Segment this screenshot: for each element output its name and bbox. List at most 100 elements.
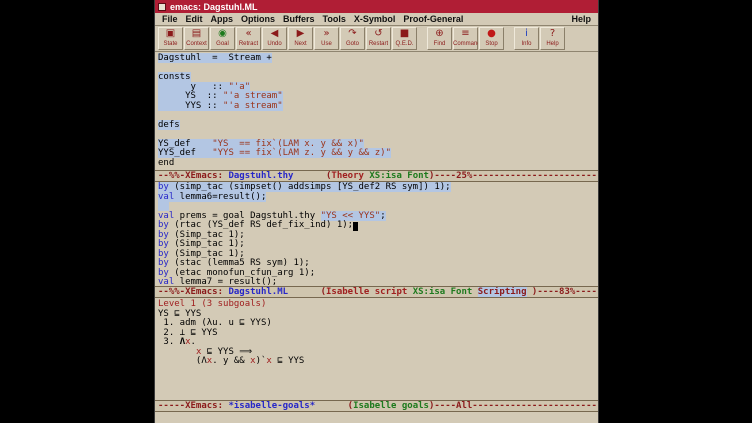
toolbar-button-label: Help xyxy=(546,40,558,48)
menu-buffers[interactable]: Buffers xyxy=(279,14,319,24)
text-segment: ; xyxy=(380,211,385,221)
menu-proof-general[interactable]: Proof-General xyxy=(399,14,467,24)
toolbar-button-label: Goto xyxy=(346,40,359,48)
toolbar-button-label: Use xyxy=(321,40,332,48)
text-segment: by xyxy=(158,220,169,230)
toolbar-button-context[interactable]: ▤Context xyxy=(184,27,209,50)
toolbar-button-label: Restart xyxy=(369,40,388,48)
toolbar-button-info[interactable]: iInfo xyxy=(514,27,539,50)
modeline-isabelle-goals[interactable]: -----XEmacs: *isabelle-goals* (Isabelle … xyxy=(155,400,598,412)
text-segment: "'a stream" xyxy=(223,91,283,101)
text-segment: )` xyxy=(256,356,267,366)
toolbar-button-restart[interactable]: ↺Restart xyxy=(366,27,391,50)
buffer-isabelle-goals[interactable]: Level 1 (3 subgoals)YS ⊑ YYS 1. adm (λu.… xyxy=(155,298,598,400)
context-icon: ▤ xyxy=(192,28,201,40)
toolbar-button-label: Command xyxy=(453,40,478,48)
qed-icon: ■ xyxy=(400,28,409,40)
text-segment: val xyxy=(158,277,174,286)
toolbar-button-use[interactable]: »Use xyxy=(314,27,339,50)
text-segment: --%%-XEmacs: xyxy=(158,171,228,181)
buffer-line: YYS_def "YYS == fix`(LAM z. y && y && z)… xyxy=(158,149,598,159)
next-icon: ▶ xyxy=(297,28,305,40)
text-segment: (simp_tac (simpset() addsimps [YS_def2 R… xyxy=(169,182,451,192)
toolbar-button-undo[interactable]: ◀Undo xyxy=(262,27,287,50)
goto-icon: ↷ xyxy=(348,28,356,40)
text-segment: defs xyxy=(158,120,180,130)
toolbar-button-label: Retract xyxy=(239,40,258,48)
text-segment: "'a" xyxy=(228,82,250,92)
toolbar-button-command[interactable]: ≡Command xyxy=(453,27,478,50)
toolbar-button-next[interactable]: ▶Next xyxy=(288,27,313,50)
text-segment: lemma6=result(); xyxy=(174,192,266,202)
toolbar-button-label: Stop xyxy=(485,40,497,48)
menu-options[interactable]: Options xyxy=(237,14,279,24)
menu-x-symbol[interactable]: X-Symbol xyxy=(350,14,400,24)
buffer-line: val lemma6=result(); xyxy=(158,193,598,203)
buffer-line: val lemma7 = result(); xyxy=(158,278,598,286)
use-icon: » xyxy=(323,28,329,40)
toolbar-button-goal[interactable]: ◉Goal xyxy=(210,27,235,50)
text-segment: YS :: xyxy=(158,91,223,101)
xemacs-window: emacs: Dagstuhl.ML FileEditAppsOptionsBu… xyxy=(155,0,598,423)
toolbar-button-label: State xyxy=(163,40,177,48)
text-segment: end xyxy=(158,158,174,168)
text-segment: by xyxy=(158,268,169,278)
text-segment: (stac (lemma5 RS sym) 1); xyxy=(169,258,310,268)
text-segment: Theory xyxy=(331,171,364,181)
buffer-dagstuhl-ml[interactable]: by (simp_tac (simpset() addsimps [YS_def… xyxy=(155,182,598,286)
text-segment: XS:isa Font xyxy=(413,287,473,297)
toolbar-button-find[interactable]: ⊕Find xyxy=(427,27,452,50)
text-segment: *isabelle-goals* xyxy=(228,401,315,411)
modeline-dagstuhl-ml[interactable]: --%%-XEmacs: Dagstuhl.ML (Isabelle scrip… xyxy=(155,286,598,298)
menu-tools[interactable]: Tools xyxy=(319,14,350,24)
text-segment: -----XEmacs: xyxy=(158,401,228,411)
toolbar-button-qed[interactable]: ■Q.E.D. xyxy=(392,27,417,50)
text-segment: YYS :: xyxy=(158,101,223,111)
text-segment: val xyxy=(158,192,174,202)
text-segment: prems = goal Dagstuhl.thy xyxy=(174,211,320,221)
toolbar-button-label: Goal xyxy=(216,40,229,48)
text-segment xyxy=(158,201,169,211)
window-titlebar[interactable]: emacs: Dagstuhl.ML xyxy=(155,0,598,13)
toolbar-button-help[interactable]: ?Help xyxy=(540,27,565,50)
restart-icon: ↺ xyxy=(374,28,382,40)
text-segment: YS_def xyxy=(158,139,212,149)
text-segment: 2. ⊥ ⊑ YYS xyxy=(158,328,218,338)
toolbar-button-goto[interactable]: ↷Goto xyxy=(340,27,365,50)
menu-edit[interactable]: Edit xyxy=(182,14,207,24)
text-segment xyxy=(472,287,477,297)
buffer-line: 1. adm (λu. u ⊑ YYS) xyxy=(158,319,598,329)
menu-help[interactable]: Help xyxy=(567,14,595,24)
text-segment: YS ⊑ YYS xyxy=(158,309,201,319)
menu-apps[interactable]: Apps xyxy=(207,14,238,24)
help-icon: ? xyxy=(550,28,555,40)
echo-area[interactable] xyxy=(155,412,598,423)
retract-icon: « xyxy=(245,28,251,40)
text-segment: val xyxy=(158,211,174,221)
text-segment xyxy=(288,287,321,297)
menu-file[interactable]: File xyxy=(158,14,182,24)
buffer-line: end xyxy=(158,159,598,169)
toolbar-button-retract[interactable]: «Retract xyxy=(236,27,261,50)
text-segment: ⊑ YYS ⟹ xyxy=(201,347,252,357)
modeline-dagstuhl-thy[interactable]: --%%-XEmacs: Dagstuhl.thy (Theory XS:isa… xyxy=(155,170,598,182)
text-segment: Dagstuhl.thy xyxy=(228,171,293,181)
text-segment: "YS == fix`(LAM x. y && x)" xyxy=(212,139,364,149)
buffer-dagstuhl-thy[interactable]: Dagstuhl = Stream +consts y :: "'a" YS :… xyxy=(155,52,598,170)
info-icon: i xyxy=(525,28,528,40)
command-icon: ≡ xyxy=(461,28,469,40)
text-segment: Scripting xyxy=(478,287,527,297)
text-segment: (Simp_tac 1); xyxy=(169,249,245,259)
window-title: emacs: Dagstuhl.ML xyxy=(170,2,258,12)
text-segment: Dagstuhl.ML xyxy=(228,287,288,297)
text-segment: (etac monofun_cfun_arg 1); xyxy=(169,268,315,278)
toolbar-button-state[interactable]: ▣State xyxy=(158,27,183,50)
text-segment: (Simp_tac 1); xyxy=(169,230,245,240)
text-segment: XS:isa Font xyxy=(369,171,429,181)
buffer-line: (Λx. y && x)`x ⊑ YYS xyxy=(158,357,598,367)
toolbar-button-label: Next xyxy=(294,40,306,48)
buffer-line: YYS :: "'a stream" xyxy=(158,102,598,112)
undo-icon: ◀ xyxy=(271,28,279,40)
toolbar-button-label: Q.E.D. xyxy=(395,40,413,48)
toolbar-button-stop[interactable]: ●Stop xyxy=(479,27,504,50)
